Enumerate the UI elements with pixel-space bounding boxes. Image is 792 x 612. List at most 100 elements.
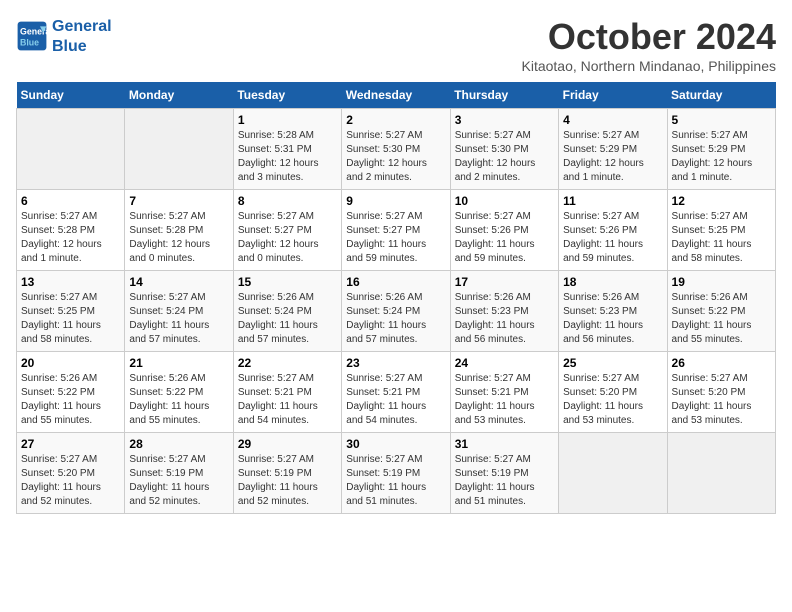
week-row-5: 27 Sunrise: 5:27 AM Sunset: 5:20 PM Dayli… bbox=[17, 433, 776, 514]
day-cell: 7Sunrise: 5:27 AM Sunset: 5:28 PM Daylig… bbox=[125, 190, 233, 271]
day-number: 8 bbox=[238, 194, 337, 208]
day-cell: 4Sunrise: 5:27 AM Sunset: 5:29 PM Daylig… bbox=[559, 109, 667, 190]
day-info: Sunrise: 5:28 AM Sunset: 5:31 PM Dayligh… bbox=[238, 129, 337, 185]
header-tuesday: Tuesday bbox=[233, 82, 341, 109]
day-info: Sunrise: 5:27 AM Sunset: 5:26 PM Dayligh… bbox=[455, 210, 554, 266]
day-number: 13 bbox=[21, 275, 120, 289]
day-info: Sunrise: 5:27 AM Sunset: 5:30 PM Dayligh… bbox=[455, 129, 554, 185]
day-cell: 1 Sunrise: 5:28 AM Sunset: 5:31 PM Daylig… bbox=[233, 109, 341, 190]
day-info: Sunrise: 5:27 AM Sunset: 5:20 PM Dayligh… bbox=[563, 372, 662, 428]
day-number: 20 bbox=[21, 356, 120, 370]
day-cell: 2 Sunrise: 5:27 AM Sunset: 5:30 PM Daylig… bbox=[342, 109, 450, 190]
day-number: 19 bbox=[672, 275, 771, 289]
day-cell: 5Sunrise: 5:27 AM Sunset: 5:29 PM Daylig… bbox=[667, 109, 775, 190]
logo-line2: Blue bbox=[52, 38, 87, 55]
day-cell bbox=[559, 433, 667, 514]
day-cell: 20 Sunrise: 5:26 AM Sunset: 5:22 PM Dayli… bbox=[17, 352, 125, 433]
week-row-1: 1 Sunrise: 5:28 AM Sunset: 5:31 PM Daylig… bbox=[17, 109, 776, 190]
day-cell: 30Sunrise: 5:27 AM Sunset: 5:19 PM Dayli… bbox=[342, 433, 450, 514]
day-cell bbox=[667, 433, 775, 514]
day-info: Sunrise: 5:27 AM Sunset: 5:28 PM Dayligh… bbox=[129, 210, 228, 266]
day-info: Sunrise: 5:26 AM Sunset: 5:24 PM Dayligh… bbox=[238, 291, 337, 347]
day-info: Sunrise: 5:26 AM Sunset: 5:24 PM Dayligh… bbox=[346, 291, 445, 347]
day-info: Sunrise: 5:26 AM Sunset: 5:22 PM Dayligh… bbox=[672, 291, 771, 347]
day-cell: 22 Sunrise: 5:27 AM Sunset: 5:21 PM Dayli… bbox=[233, 352, 341, 433]
logo-line1: General bbox=[52, 18, 112, 35]
calendar-table: SundayMondayTuesdayWednesdayThursdayFrid… bbox=[16, 82, 776, 514]
header-saturday: Saturday bbox=[667, 82, 775, 109]
header-monday: Monday bbox=[125, 82, 233, 109]
header-friday: Friday bbox=[559, 82, 667, 109]
day-info: Sunrise: 5:27 AM Sunset: 5:21 PM Dayligh… bbox=[346, 372, 445, 428]
day-number: 10 bbox=[455, 194, 554, 208]
day-number: 25 bbox=[563, 356, 662, 370]
location: Kitaotao, Northern Mindanao, Philippines bbox=[522, 58, 777, 74]
day-number: 1 bbox=[238, 113, 337, 127]
day-cell: 12 Sunrise: 5:27 AM Sunset: 5:25 PM Dayli… bbox=[667, 190, 775, 271]
day-info: Sunrise: 5:27 AM Sunset: 5:27 PM Dayligh… bbox=[238, 210, 337, 266]
logo-icon: General Blue bbox=[16, 20, 48, 52]
day-info: Sunrise: 5:27 AM Sunset: 5:19 PM Dayligh… bbox=[129, 453, 228, 509]
day-number: 22 bbox=[238, 356, 337, 370]
day-cell: 21 Sunrise: 5:26 AM Sunset: 5:22 PM Dayli… bbox=[125, 352, 233, 433]
day-number: 24 bbox=[455, 356, 554, 370]
day-cell: 9Sunrise: 5:27 AM Sunset: 5:27 PM Daylig… bbox=[342, 190, 450, 271]
day-number: 6 bbox=[21, 194, 120, 208]
day-number: 16 bbox=[346, 275, 445, 289]
day-cell: 13 Sunrise: 5:27 AM Sunset: 5:25 PM Dayli… bbox=[17, 271, 125, 352]
day-cell: 14 Sunrise: 5:27 AM Sunset: 5:24 PM Dayli… bbox=[125, 271, 233, 352]
day-cell: 25 Sunrise: 5:27 AM Sunset: 5:20 PM Dayli… bbox=[559, 352, 667, 433]
day-info: Sunrise: 5:26 AM Sunset: 5:22 PM Dayligh… bbox=[129, 372, 228, 428]
day-number: 14 bbox=[129, 275, 228, 289]
week-row-2: 6 Sunrise: 5:27 AM Sunset: 5:28 PM Daylig… bbox=[17, 190, 776, 271]
day-info: Sunrise: 5:27 AM Sunset: 5:28 PM Dayligh… bbox=[21, 210, 120, 266]
day-info: Sunrise: 5:27 AM Sunset: 5:30 PM Dayligh… bbox=[346, 129, 445, 185]
day-cell: 27 Sunrise: 5:27 AM Sunset: 5:20 PM Dayli… bbox=[17, 433, 125, 514]
day-cell: 16 Sunrise: 5:26 AM Sunset: 5:24 PM Dayli… bbox=[342, 271, 450, 352]
week-row-4: 20 Sunrise: 5:26 AM Sunset: 5:22 PM Dayli… bbox=[17, 352, 776, 433]
day-number: 26 bbox=[672, 356, 771, 370]
day-cell: 24Sunrise: 5:27 AM Sunset: 5:21 PM Dayli… bbox=[450, 352, 558, 433]
day-info: Sunrise: 5:27 AM Sunset: 5:25 PM Dayligh… bbox=[21, 291, 120, 347]
header-row: SundayMondayTuesdayWednesdayThursdayFrid… bbox=[17, 82, 776, 109]
day-number: 23 bbox=[346, 356, 445, 370]
day-cell bbox=[17, 109, 125, 190]
logo: General Blue General Blue bbox=[16, 16, 112, 56]
day-number: 21 bbox=[129, 356, 228, 370]
day-number: 29 bbox=[238, 437, 337, 451]
day-info: Sunrise: 5:27 AM Sunset: 5:24 PM Dayligh… bbox=[129, 291, 228, 347]
day-info: Sunrise: 5:26 AM Sunset: 5:22 PM Dayligh… bbox=[21, 372, 120, 428]
day-cell: 17 Sunrise: 5:26 AM Sunset: 5:23 PM Dayli… bbox=[450, 271, 558, 352]
month-title: October 2024 bbox=[522, 16, 777, 58]
day-cell bbox=[125, 109, 233, 190]
day-cell: 18Sunrise: 5:26 AM Sunset: 5:23 PM Dayli… bbox=[559, 271, 667, 352]
day-cell: 15Sunrise: 5:26 AM Sunset: 5:24 PM Dayli… bbox=[233, 271, 341, 352]
day-info: Sunrise: 5:27 AM Sunset: 5:20 PM Dayligh… bbox=[21, 453, 120, 509]
page-header: General Blue General Blue October 2024 K… bbox=[16, 16, 776, 74]
day-cell: 23 Sunrise: 5:27 AM Sunset: 5:21 PM Dayli… bbox=[342, 352, 450, 433]
day-cell: 26 Sunrise: 5:27 AM Sunset: 5:20 PM Dayli… bbox=[667, 352, 775, 433]
day-cell: 10 Sunrise: 5:27 AM Sunset: 5:26 PM Dayli… bbox=[450, 190, 558, 271]
day-number: 17 bbox=[455, 275, 554, 289]
header-wednesday: Wednesday bbox=[342, 82, 450, 109]
day-number: 12 bbox=[672, 194, 771, 208]
day-number: 11 bbox=[563, 194, 662, 208]
day-info: Sunrise: 5:27 AM Sunset: 5:25 PM Dayligh… bbox=[672, 210, 771, 266]
day-cell: 28Sunrise: 5:27 AM Sunset: 5:19 PM Dayli… bbox=[125, 433, 233, 514]
day-info: Sunrise: 5:27 AM Sunset: 5:20 PM Dayligh… bbox=[672, 372, 771, 428]
week-row-3: 13 Sunrise: 5:27 AM Sunset: 5:25 PM Dayli… bbox=[17, 271, 776, 352]
day-info: Sunrise: 5:26 AM Sunset: 5:23 PM Dayligh… bbox=[455, 291, 554, 347]
day-info: Sunrise: 5:27 AM Sunset: 5:26 PM Dayligh… bbox=[563, 210, 662, 266]
day-info: Sunrise: 5:27 AM Sunset: 5:29 PM Dayligh… bbox=[563, 129, 662, 185]
day-number: 27 bbox=[21, 437, 120, 451]
day-number: 2 bbox=[346, 113, 445, 127]
header-thursday: Thursday bbox=[450, 82, 558, 109]
day-info: Sunrise: 5:27 AM Sunset: 5:21 PM Dayligh… bbox=[238, 372, 337, 428]
day-info: Sunrise: 5:26 AM Sunset: 5:23 PM Dayligh… bbox=[563, 291, 662, 347]
svg-text:Blue: Blue bbox=[20, 37, 39, 47]
day-cell: 31Sunrise: 5:27 AM Sunset: 5:19 PM Dayli… bbox=[450, 433, 558, 514]
day-cell: 29Sunrise: 5:27 AM Sunset: 5:19 PM Dayli… bbox=[233, 433, 341, 514]
day-info: Sunrise: 5:27 AM Sunset: 5:27 PM Dayligh… bbox=[346, 210, 445, 266]
day-info: Sunrise: 5:27 AM Sunset: 5:19 PM Dayligh… bbox=[346, 453, 445, 509]
day-cell: 11 Sunrise: 5:27 AM Sunset: 5:26 PM Dayli… bbox=[559, 190, 667, 271]
